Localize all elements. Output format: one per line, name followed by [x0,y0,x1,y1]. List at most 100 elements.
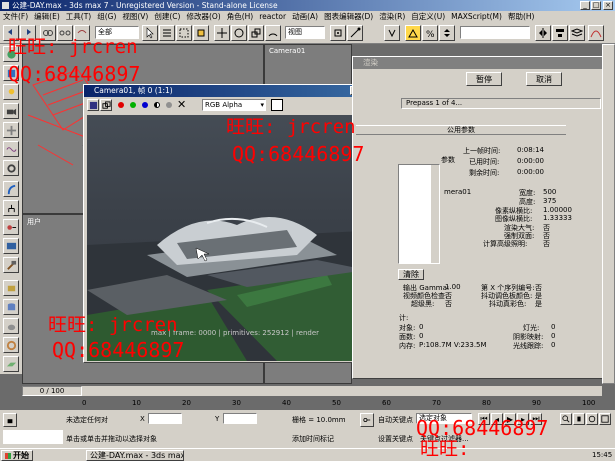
common-params-header[interactable]: 公用参数 [356,125,566,135]
command-panel-edge[interactable] [602,44,615,384]
select-object-button[interactable] [142,25,158,41]
maximize-button[interactable]: □ [591,1,601,10]
start-button[interactable]: 开始 [1,450,33,461]
spinner-snap-button[interactable] [439,25,455,41]
camera-window-title-bar[interactable]: Camera01, 帧 0 (1:1) _ □ × [84,85,386,97]
image-aspect-value: 1.33333 [543,214,572,222]
cancel-button[interactable]: 取消 [526,72,562,86]
modify-button[interactable] [3,181,19,197]
extra-tool-1-button[interactable] [3,280,19,296]
helpers-button[interactable] [3,122,19,138]
extra-tool-5-button[interactable] [3,356,19,372]
maxscript-mini-listener[interactable] [3,430,63,444]
timeline-ruler[interactable]: 0 10 20 30 40 50 60 70 80 90 100 [22,398,602,410]
add-time-tag-label[interactable]: 添加时间标记 [292,434,334,444]
align-button[interactable] [552,25,568,41]
menu-item-14[interactable]: 帮助(H) [508,11,535,22]
pause-button[interactable]: 暂停 [466,72,502,86]
blue-channel-icon[interactable] [142,102,148,108]
create-light-button[interactable] [3,84,19,100]
zoom-button[interactable] [560,413,572,425]
manipulate-button[interactable] [347,25,363,41]
maxscript-listener-button[interactable] [3,413,17,427]
taskbar-task-3dsmax[interactable]: 公建-DAY.max - 3ds max ... [86,450,184,461]
menu-item-2[interactable]: 工具(T) [66,11,91,22]
motion-button[interactable] [3,219,19,235]
menu-item-7[interactable]: 角色(H) [227,11,254,22]
extra-tool-2-button[interactable] [3,299,19,315]
move-button[interactable] [214,25,230,41]
menu-item-5[interactable]: 创建(C) [154,11,180,22]
snap-rotate-button[interactable] [265,25,281,41]
pan-button[interactable] [573,413,585,425]
menu-item-4[interactable]: 视图(V) [122,11,148,22]
render-progress-dialog[interactable]: 渲染 暂停 取消 Prepass 1 of 4... 公用参数 上一帧时间: 0… [352,56,615,379]
set-key-label[interactable]: 设置关键点 [378,434,413,444]
mirror-button[interactable] [535,25,551,41]
window-crossing-button[interactable] [193,25,209,41]
menu-item-13[interactable]: MAXScript(M) [451,11,502,22]
params-label: 参数 [441,156,455,164]
save-image-button[interactable] [87,99,99,111]
log-scrollbar[interactable] [431,165,439,263]
render-log-list[interactable] [398,164,440,264]
render-dialog-title-bar[interactable]: 渲染 [353,57,614,69]
green-channel-icon[interactable] [130,102,136,108]
set-key-mode-button[interactable] [360,413,374,427]
background-color-swatch[interactable] [271,99,283,111]
clear-log-button[interactable]: 清除 [398,269,424,280]
hierarchy-button[interactable] [3,200,19,216]
last-frame-time-value: 0:08:14 [517,146,544,154]
camera-name-value: mera01 [444,188,472,196]
dither-true-color-value: 是 [535,300,542,308]
rotate-button[interactable] [231,25,247,41]
watermark-wangwang-1: 旺旺: jrcren [8,36,138,58]
minimize-button[interactable]: _ [580,1,590,10]
extra-tool-4-button[interactable] [3,337,19,353]
window-title-bar[interactable]: 公建-DAY.max - 3ds max 7 - Unregistered Ve… [0,0,615,11]
clone-window-button[interactable] [100,99,112,111]
menu-item-6[interactable]: 修改器(O) [186,11,220,22]
menu-item-1[interactable]: 编辑(E) [34,11,60,22]
curve-editor-button[interactable] [588,25,604,41]
snap-toggle-button[interactable] [384,25,400,41]
select-by-name-button[interactable] [159,25,175,41]
red-channel-icon[interactable] [118,102,124,108]
space-warps-button[interactable] [3,141,19,157]
x-coord-field[interactable] [148,413,182,424]
auto-key-label[interactable]: 自动关键点 [378,415,413,425]
systems-button[interactable] [3,160,19,176]
pivot-center-button[interactable] [330,25,346,41]
frame-counter[interactable]: 0 / 100 [22,386,82,396]
utilities-button[interactable] [3,257,19,273]
menu-item-8[interactable]: reactor [259,11,286,22]
reference-coord-dropdown[interactable]: 视图 [285,26,325,39]
percent-snap-button[interactable]: % [422,25,438,41]
alpha-channel-icon[interactable] [154,102,160,108]
mono-channel-icon[interactable] [166,102,172,108]
raytrace-value: 0 [551,341,556,349]
named-selection-field[interactable] [460,26,530,39]
menu-item-12[interactable]: 自定义(U) [411,11,445,22]
orbit-button[interactable] [586,413,598,425]
menu-item-10[interactable]: 图表编辑器(D) [324,11,373,22]
scale-button[interactable] [248,25,264,41]
menu-item-9[interactable]: 动画(A) [292,11,318,22]
create-camera-button[interactable] [3,103,19,119]
display-button[interactable] [3,238,19,254]
angle-snap-button[interactable] [405,25,421,41]
layer-manager-button[interactable] [569,25,585,41]
channel-dropdown[interactable]: RGB Alpha ▾ [202,99,266,111]
region-select-button[interactable] [176,25,192,41]
spinner-icon [444,29,450,37]
menu-item-3[interactable]: 组(G) [97,11,116,22]
clear-image-icon[interactable]: ✕ [177,98,186,111]
y-coord-field[interactable] [223,413,257,424]
close-button[interactable]: × [603,1,613,10]
menu-item-0[interactable]: 文件(F) [3,11,28,22]
time-slider[interactable]: 0 / 100 [22,386,602,396]
extra-tool-3-button[interactable] [3,318,19,334]
menu-item-11[interactable]: 渲染(R) [379,11,405,22]
timeline-tick-label: 70 [432,399,441,407]
maximize-viewport-button[interactable] [599,413,611,425]
